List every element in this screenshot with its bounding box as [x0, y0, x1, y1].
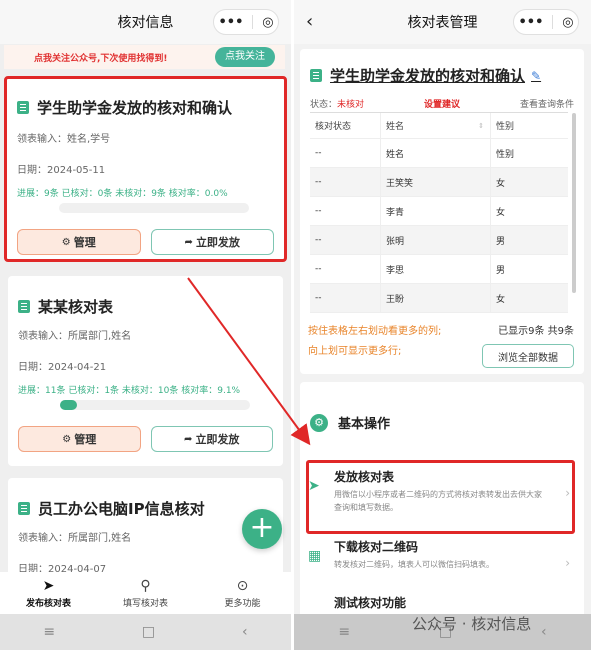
back-icon[interactable]: ‹	[242, 624, 248, 640]
manage-button[interactable]: ⚙ 管理	[18, 426, 141, 452]
op-title: 下载核对二维码	[334, 540, 419, 554]
card-fields: 领表输入：所属部门,姓名	[18, 331, 132, 342]
check-table-card[interactable]: 某某核对表 领表输入：所属部门,姓名 日期：2024-04-21 进展：11条 …	[8, 276, 283, 466]
section-title: 基本操作	[338, 417, 391, 432]
page-title: 核对表管理	[407, 15, 478, 31]
column-header: 核对状态	[315, 122, 352, 132]
card-date: 日期：2024-05-11	[17, 165, 106, 176]
browse-all-button[interactable]: 浏览全部数据	[482, 344, 574, 368]
table-info-card: 学生助学金发放的核对和确认 ✎ 状态：未核对 设置建议 查看查询条件 核对状态 姓…	[300, 49, 584, 374]
manage-button[interactable]: ⚙ 管理	[17, 229, 141, 255]
search-icon: ⚲	[140, 577, 151, 594]
add-button[interactable]: +	[242, 509, 282, 549]
data-table[interactable]: 核对状态 姓名 ⇕ 性别 -- 姓名 性别 -- 王笑笑女 -- 李青女 -- 张明男 --…	[310, 112, 568, 313]
set-advice-link[interactable]: 设置建议	[424, 97, 460, 110]
card-progress-text: 进展：11条 已核对：1条 未核对：10条 核对率：9.1%	[18, 386, 241, 396]
mini-program-capsule: ••• ◎	[213, 9, 279, 35]
card-fields: 领表输入：姓名,学号	[17, 134, 111, 145]
chevron-right-icon: ›	[565, 556, 570, 570]
send-icon: ➤	[42, 577, 55, 594]
table-hint: 按住表格左右划动看更多的列; 向上划可显示更多行;	[308, 326, 442, 357]
document-icon	[18, 300, 30, 313]
highlight-box	[306, 460, 575, 534]
row-count: 已显示9条 共9条	[498, 326, 574, 337]
more-icon[interactable]: •••	[218, 15, 243, 30]
table-scrollbar[interactable]	[572, 113, 576, 293]
gear-icon: ⚙	[310, 413, 328, 432]
back-icon[interactable]: ‹	[541, 624, 547, 640]
table-row[interactable]: -- 李思男	[310, 255, 568, 284]
edit-icon[interactable]: ✎	[531, 69, 541, 83]
card-fields: 领表输入：所属部门,姓名	[18, 533, 132, 544]
op-desc: 转发核对二维码，填表人可以微信扫码填表。	[334, 560, 494, 569]
gear-icon: ⚙	[61, 236, 71, 248]
table-row[interactable]: -- 姓名 性别	[310, 139, 568, 168]
status-badge: 未核对	[337, 100, 365, 110]
top-bar: 核对信息 ••• ◎	[0, 0, 291, 44]
watermark: 公众号 · 核对信息	[412, 615, 532, 633]
back-arrow-icon[interactable]: ‹	[306, 11, 313, 32]
card-date: 日期：2024-04-21	[18, 362, 107, 373]
column-header: 性别	[490, 113, 568, 138]
tab-publish[interactable]: ➤ 发布核对表	[0, 572, 97, 614]
table-row[interactable]: -- 张明男	[310, 226, 568, 255]
more-icon[interactable]: •••	[518, 15, 543, 30]
card-progress-text: 进展：9条 已核对：0条 未核对：9条 核对率：0.0%	[17, 189, 228, 199]
document-icon	[18, 502, 30, 515]
send-now-button[interactable]: ➦ 立即发放	[150, 229, 274, 255]
card-title: 某某核对表	[38, 298, 114, 316]
check-table-card[interactable]: 学生助学金发放的核对和确认 领表输入：姓名,学号 日期：2024-05-11 进…	[4, 76, 287, 262]
menu-icon[interactable]: ≡	[338, 624, 350, 640]
follow-banner: 点我关注公众号,下次使用找得到! 点我关注	[4, 45, 285, 69]
table-row[interactable]: -- 李青女	[310, 197, 568, 226]
tab-fill[interactable]: ⚲ 填写核对表	[97, 572, 194, 614]
top-bar: ‹ 核对表管理 ••• ◎	[294, 0, 591, 44]
op-title: 测试核对功能	[334, 596, 407, 610]
table-row[interactable]: -- 王笑笑女	[310, 168, 568, 197]
page-title: 核对信息	[117, 15, 174, 31]
document-icon	[17, 101, 29, 114]
table-header: 核对状态 姓名 ⇕ 性别	[310, 113, 568, 139]
table-row[interactable]: -- 王盼女	[310, 284, 568, 313]
status-row: 状态：未核对 设置建议 查看查询条件	[310, 97, 574, 110]
menu-icon[interactable]: ≡	[43, 624, 55, 640]
progress-bar	[60, 400, 250, 410]
card-title: 员工办公电脑IP信息核对	[38, 500, 205, 518]
tab-bar: ➤ 发布核对表 ⚲ 填写核对表 ⊙ 更多功能	[0, 572, 291, 614]
card-title: 学生助学金发放的核对和确认	[37, 99, 233, 117]
tab-more[interactable]: ⊙ 更多功能	[194, 572, 291, 614]
share-icon: ➦	[184, 236, 193, 248]
right-screen: ‹ 核对表管理 ••• ◎ 学生助学金发放的核对和确认 ✎ 状态：未核对 设置建议 …	[294, 0, 591, 650]
left-screen: 核对信息 ••• ◎ 点我关注公众号,下次使用找得到! 点我关注 学生助学金发放的…	[0, 0, 291, 650]
query-conditions-link[interactable]: 查看查询条件	[520, 97, 574, 110]
more-icon: ⊙	[236, 577, 249, 594]
follow-button[interactable]: 点我关注	[215, 47, 275, 67]
share-icon: ➦	[184, 433, 193, 445]
follow-banner-text: 点我关注公众号,下次使用找得到!	[34, 53, 168, 64]
send-now-button[interactable]: ➦ 立即发放	[150, 426, 273, 452]
table-title: 学生助学金发放的核对和确认	[330, 67, 526, 85]
download-qrcode-item[interactable]: ▦ 下载核对二维码转发核对二维码，填表人可以微信扫码填表。 ›	[308, 538, 576, 571]
close-target-icon[interactable]: ◎	[262, 15, 273, 30]
document-icon	[310, 69, 322, 82]
test-function-item[interactable]: 测试核对功能	[308, 594, 576, 611]
system-nav-bar: ≡ □ ‹	[0, 614, 291, 650]
qrcode-icon: ▦	[308, 548, 322, 564]
close-target-icon[interactable]: ◎	[562, 15, 573, 30]
gear-icon: ⚙	[62, 433, 72, 445]
progress-bar	[59, 203, 249, 213]
mini-program-capsule: ••• ◎	[513, 9, 579, 35]
home-icon[interactable]: □	[142, 624, 155, 640]
sort-icon: ⇕	[478, 121, 484, 130]
column-header: 姓名	[386, 122, 405, 132]
